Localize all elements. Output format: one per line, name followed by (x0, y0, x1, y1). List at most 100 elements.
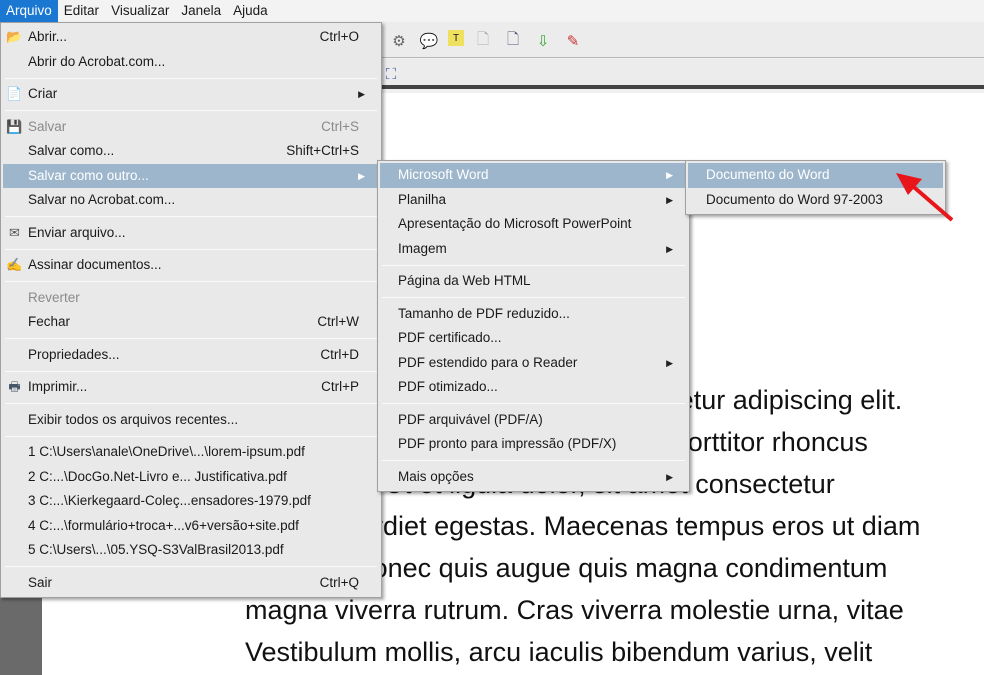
menu-item-propriedades[interactable]: Propriedades... Ctrl+D (3, 343, 379, 368)
label: Microsoft Word (398, 167, 489, 182)
shortcut: Shift+Ctrl+S (286, 143, 359, 158)
menu-item-salvar[interactable]: 💾 Salvar Ctrl+S (3, 115, 379, 140)
separator (5, 248, 377, 250)
separator (5, 370, 377, 372)
menu-arquivo[interactable]: Arquivo (0, 0, 58, 22)
label: Mais opções (398, 468, 474, 484)
label: PDF estendido para o Reader (398, 354, 578, 370)
recent-file-3[interactable]: 3 C:...\Kierkegaard-Coleç...ensadores-19… (3, 489, 379, 514)
menu-ajuda[interactable]: Ajuda (227, 0, 274, 22)
menu-item-criar[interactable]: 📄 Criar ▶ (3, 82, 379, 107)
submenu-item-pdf-otimizado[interactable]: PDF otimizado... (380, 375, 687, 400)
shortcut: Ctrl+W (317, 314, 359, 329)
red-arrow-annotation-icon (896, 173, 954, 222)
submenu-item-html[interactable]: Página da Web HTML (380, 269, 687, 294)
submenu-item-microsoft-word[interactable]: Microsoft Word ▶ (380, 163, 687, 188)
separator (382, 264, 685, 266)
menu-item-abrir[interactable]: 📂 Abrir... Ctrl+O (3, 25, 379, 50)
label: Imprimir... (28, 379, 88, 394)
menu-item-salvar-como-outro[interactable]: Salvar como outro... ▶ (3, 163, 379, 188)
open-folder-icon: 📂 (6, 29, 23, 44)
menu-item-salvar-acrobat[interactable]: Salvar no Acrobat.com... (3, 188, 379, 213)
menu-item-assinar[interactable]: ✍ Assinar documentos... (3, 253, 379, 278)
menu-editar[interactable]: Editar (58, 0, 105, 22)
document-search-icon[interactable]: 🗋 (502, 30, 524, 52)
submenu-arrow-icon: ▶ (666, 471, 673, 482)
menu-item-fechar[interactable]: Fechar Ctrl+W (3, 310, 379, 335)
submenu-arrow-icon: ▶ (666, 357, 673, 368)
shortcut: Ctrl+D (320, 346, 359, 362)
save-as-other-submenu: Microsoft Word ▶ Planilha ▶ Apresentação d… (377, 160, 690, 492)
label: Planilha (398, 191, 447, 207)
gear-icon[interactable]: ⚙ (388, 30, 410, 52)
label: Página da Web HTML (398, 273, 531, 288)
shortcut: Ctrl+O (319, 29, 359, 44)
label: Salvar como outro... (28, 167, 149, 183)
separator (5, 281, 377, 282)
separator (382, 297, 685, 298)
label: Reverter (28, 289, 80, 305)
separator (5, 435, 377, 437)
comment-icon[interactable]: 💬 (418, 30, 440, 52)
label: Criar (28, 86, 58, 101)
submenu-item-pdf-reduzido[interactable]: Tamanho de PDF reduzido... (380, 302, 687, 327)
submenu-arrow-icon: ▶ (358, 170, 365, 181)
submenu-arrow-icon: ▶ (666, 170, 673, 180)
document-remove-icon[interactable]: 🗋 (472, 30, 494, 52)
label: 5 C:\Users\...\05.YSQ-S3ValBrasil2013.pd… (28, 542, 284, 557)
shortcut: Ctrl+Q (319, 574, 359, 590)
label: 1 C:\Users\anale\OneDrive\...\lorem-ipsu… (28, 444, 305, 459)
label: Documento do Word 97-2003 (706, 191, 883, 207)
submenu-item-pdf-certificado[interactable]: PDF certificado... (380, 326, 687, 351)
submenu-arrow-icon: ▶ (358, 89, 365, 99)
menu-janela[interactable]: Janela (175, 0, 227, 22)
fit-page-icon[interactable]: ⛶ (380, 63, 402, 85)
submenu-item-mais-opcoes[interactable]: Mais opções ▶ (380, 465, 687, 490)
menu-item-exibir-recentes[interactable]: Exibir todos os arquivos recentes... (3, 408, 379, 433)
create-pdf-icon: 📄 (6, 86, 23, 101)
separator (5, 216, 377, 217)
submenu-item-imagem[interactable]: Imagem ▶ (380, 237, 687, 262)
separator (5, 566, 377, 567)
label: Apresentação do Microsoft PowerPoint (398, 216, 632, 231)
menu-item-enviar[interactable]: ✉ Enviar arquivo... (3, 221, 379, 246)
submenu-arrow-icon: ▶ (666, 194, 673, 205)
document-line: Vestibulum mollis, arcu iaculis bibendum… (245, 637, 873, 667)
separator (5, 403, 377, 404)
submenu-item-planilha[interactable]: Planilha ▶ (380, 188, 687, 213)
highlight-text-icon[interactable]: T (448, 30, 464, 46)
menu-bar: Arquivo Editar Visualizar Janela Ajuda (0, 0, 984, 22)
recent-file-2[interactable]: 2 C:...\DocGo.Net-Livro e... Justificati… (3, 465, 379, 490)
recent-file-1[interactable]: 1 C:\Users\anale\OneDrive\...\lorem-ipsu… (3, 440, 379, 465)
recent-file-4[interactable]: 4 C:...\formulário+troca+...v6+versão+si… (3, 514, 379, 539)
label: Enviar arquivo... (28, 224, 126, 240)
printer-icon: 🖶 (8, 379, 21, 394)
label: Sair (28, 574, 53, 590)
label: Documento do Word (706, 167, 830, 182)
menu-item-abrir-acrobat[interactable]: Abrir do Acrobat.com... (3, 50, 379, 75)
label: 3 C:...\Kierkegaard-Coleç...ensadores-19… (28, 493, 311, 508)
menu-item-imprimir[interactable]: 🖶 Imprimir... Ctrl+P (3, 375, 379, 400)
label: Tamanho de PDF reduzido... (398, 305, 570, 321)
label: Salvar como... (28, 143, 115, 158)
menu-item-reverter[interactable]: Reverter (3, 286, 379, 311)
menu-item-sair[interactable]: Sair Ctrl+Q (3, 571, 379, 596)
sign-icon: ✍ (6, 257, 23, 272)
submenu-item-powerpoint[interactable]: Apresentação do Microsoft PowerPoint (380, 212, 687, 237)
document-edit-icon[interactable]: ✎ (562, 30, 584, 52)
label: Imagem (398, 240, 447, 256)
label: Salvar no Acrobat.com... (28, 192, 176, 207)
separator (5, 77, 377, 79)
label: PDF certificado... (398, 330, 502, 345)
label: Propriedades... (28, 346, 120, 362)
recent-file-5[interactable]: 5 C:\Users\...\05.YSQ-S3ValBrasil2013.pd… (3, 538, 379, 563)
submenu-item-pdf-x[interactable]: PDF pronto para impressão (PDF/X) (380, 432, 687, 457)
menu-item-salvar-como[interactable]: Salvar como... Shift+Ctrl+S (3, 139, 379, 164)
separator (382, 460, 685, 461)
submenu-item-pdf-a[interactable]: PDF arquivável (PDF/A) (380, 408, 687, 433)
menu-visualizar[interactable]: Visualizar (105, 0, 175, 22)
document-line: magna viverra rutrum. Cras viverra moles… (245, 595, 904, 625)
submenu-item-pdf-estendido[interactable]: PDF estendido para o Reader ▶ (380, 351, 687, 376)
document-export-icon[interactable]: ⇩ (532, 30, 554, 52)
shortcut: Ctrl+P (321, 379, 359, 394)
